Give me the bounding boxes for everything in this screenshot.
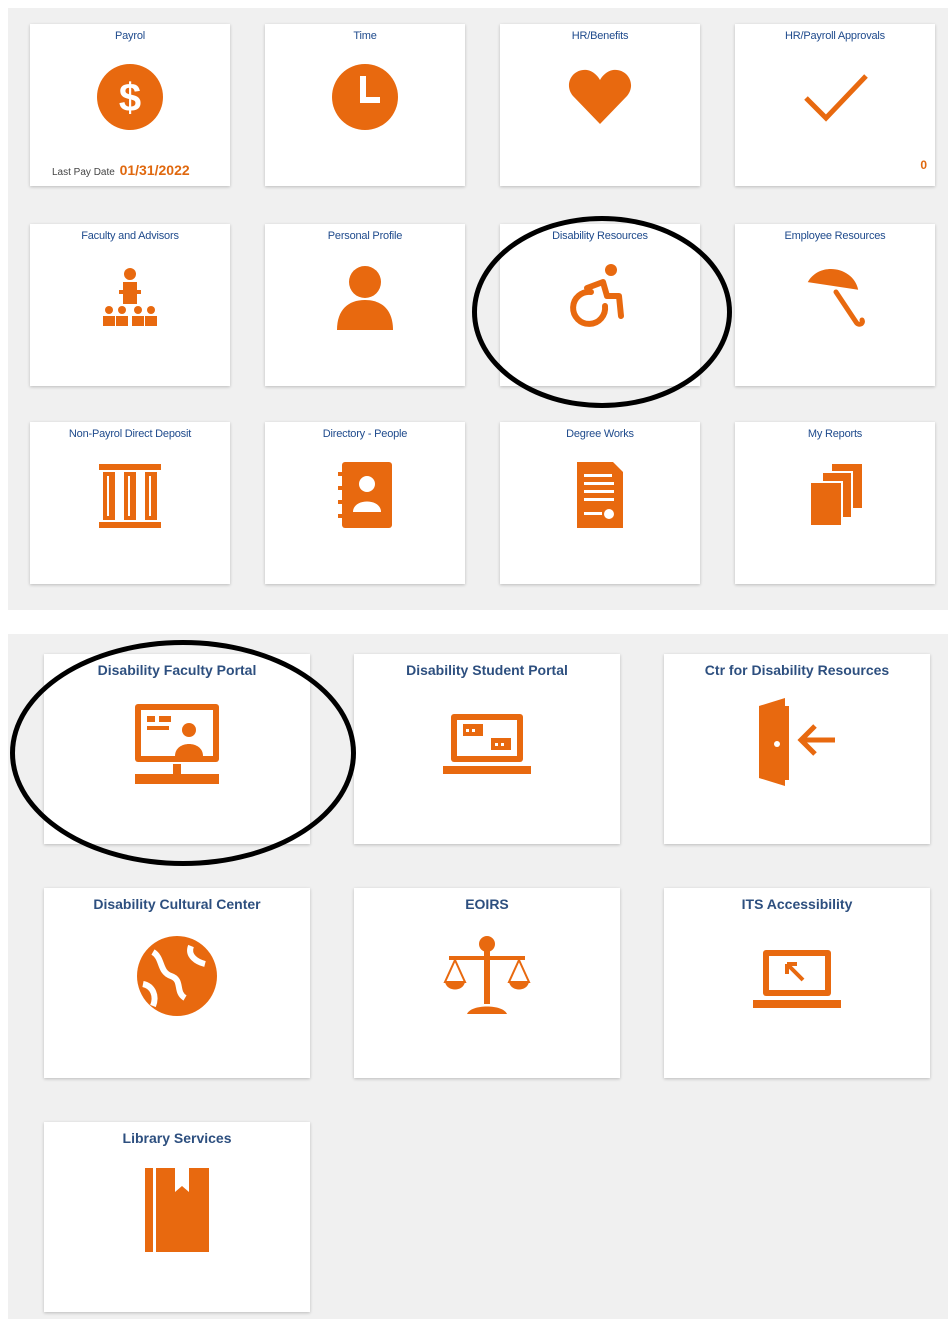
tile-title: Disability Faculty Portal (97, 662, 257, 678)
tile-title: HR/Benefits (571, 30, 629, 42)
tile-degree-works[interactable]: Degree Works (500, 422, 700, 584)
tile-title: Disability Resources (552, 230, 648, 242)
tile-title: Employee Resources (784, 230, 886, 242)
tile-disability-resources[interactable]: Disability Resources (500, 224, 700, 386)
tile-ctr-for-disability-resources[interactable]: Ctr for Disability Resources (664, 654, 930, 844)
tile-title: HR/Payroll Approvals (785, 30, 885, 42)
clock-icon (330, 62, 400, 132)
tile-non-payroll-direct-deposit[interactable]: Non-Payrol Direct Deposit (30, 422, 230, 584)
tile-title: My Reports (807, 428, 863, 440)
scales-icon (439, 928, 535, 1024)
tile-title: Ctr for Disability Resources (704, 662, 890, 678)
tile-faculty-and-advisors[interactable]: Faculty and Advisors (30, 224, 230, 386)
tile-disability-faculty-portal[interactable]: Disability Faculty Portal (44, 654, 310, 844)
tile-title: Directory - People (322, 428, 408, 440)
tile-personal-profile[interactable]: Personal Profile (265, 224, 465, 386)
globe-icon (129, 928, 225, 1024)
tile-library-services[interactable]: Library Services (44, 1122, 310, 1312)
tile-hr-benefits[interactable]: HR/Benefits (500, 24, 700, 186)
tile-title: Personal Profile (327, 230, 403, 242)
laptop-chat-icon (439, 694, 535, 790)
tile-title: EOIRS (465, 896, 509, 912)
laptop-cursor-icon (749, 928, 845, 1024)
person-icon (330, 262, 400, 332)
dollar-icon: $ (95, 62, 165, 132)
tile-eoirs[interactable]: EOIRS (354, 888, 620, 1078)
tile-title: Non-Payrol Direct Deposit (68, 428, 192, 440)
tile-title: Disability Student Portal (406, 662, 568, 678)
tile-title: Payrol (115, 30, 145, 42)
door-enter-icon (749, 694, 845, 790)
bookmarked-book-icon (129, 1162, 225, 1258)
wheelchair-icon (565, 262, 635, 332)
monitor-presentation-icon (129, 694, 225, 790)
stacked-pages-icon (800, 460, 870, 530)
tile-directory-people[interactable]: Directory - People (265, 422, 465, 584)
tile-title: Faculty and Advisors (81, 230, 179, 242)
bank-columns-icon (95, 460, 165, 530)
checkmark-icon (800, 62, 870, 132)
tile-title: Degree Works (566, 428, 634, 440)
presenter-icon (95, 262, 165, 332)
tile-employee-resources[interactable]: Employee Resources (735, 224, 935, 386)
tile-its-accessibility[interactable]: ITS Accessibility (664, 888, 930, 1078)
tile-time[interactable]: Time (265, 24, 465, 186)
heart-icon (565, 62, 635, 132)
tile-disability-cultural-center[interactable]: Disability Cultural Center (44, 888, 310, 1078)
last-pay-label: Last Pay Date (52, 167, 115, 178)
last-pay-date-value: 01/31/2022 (119, 162, 190, 178)
umbrella-icon (800, 262, 870, 332)
tile-title: Disability Cultural Center (93, 896, 261, 912)
tile-my-reports[interactable]: My Reports (735, 422, 935, 584)
tile-title: Library Services (122, 1130, 232, 1146)
address-book-icon (330, 460, 400, 530)
certificate-document-icon (565, 460, 635, 530)
tile-hr-payroll-approvals[interactable]: HR/Payroll Approvals 0 (735, 24, 935, 186)
tile-payroll[interactable]: Payrol $ Last Pay Date 01/31/2022 (30, 24, 230, 186)
homepage-tiles-panel: Payrol $ Last Pay Date 01/31/2022 Time H… (8, 8, 948, 610)
last-pay-date: Last Pay Date 01/31/2022 (52, 162, 190, 178)
tile-title: Time (353, 30, 377, 42)
tile-title: ITS Accessibility (741, 896, 853, 912)
tile-disability-student-portal[interactable]: Disability Student Portal (354, 654, 620, 844)
svg-text:$: $ (119, 76, 141, 120)
disability-resources-panel: Disability Faculty Portal Disability Stu… (8, 634, 948, 1319)
approvals-count: 0 (920, 158, 927, 172)
